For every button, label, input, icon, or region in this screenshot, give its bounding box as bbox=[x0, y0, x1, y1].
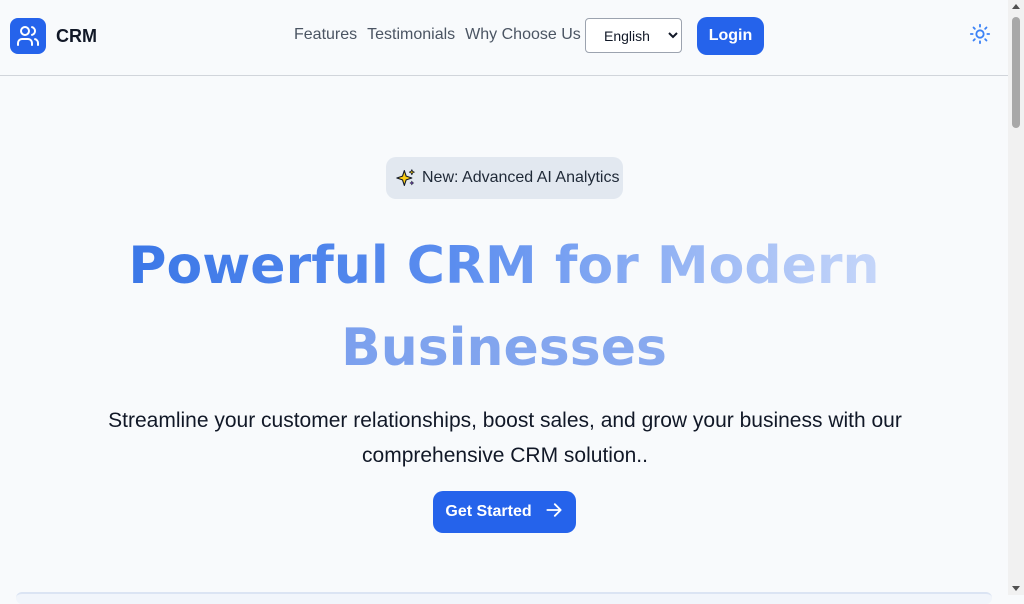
hero-title: Powerful CRM for Modern Businesses bbox=[0, 225, 1008, 389]
nav-link-testimonials[interactable]: Testimonials bbox=[367, 26, 455, 44]
nav-links: Features Testimonials Why Choose Us bbox=[294, 26, 581, 44]
scroll-down-arrow-icon[interactable] bbox=[1012, 586, 1020, 591]
badge-text: New: Advanced AI Analytics bbox=[422, 169, 620, 186]
scrollbar[interactable] bbox=[1008, 0, 1024, 595]
hero-subtitle: Streamline your customer relationships, … bbox=[108, 409, 902, 467]
get-started-label: Get Started bbox=[445, 503, 532, 520]
arrow-right-icon bbox=[544, 500, 564, 525]
sparkles-icon bbox=[396, 168, 416, 188]
scroll-up-arrow-icon[interactable] bbox=[1012, 4, 1020, 9]
nav-link-why-choose-us[interactable]: Why Choose Us bbox=[465, 26, 581, 44]
hero-title-line-2: Businesses bbox=[0, 307, 1008, 389]
language-select[interactable]: English bbox=[585, 18, 682, 53]
brand[interactable]: CRM bbox=[10, 18, 97, 54]
nav-link-features[interactable]: Features bbox=[294, 26, 357, 44]
users-icon bbox=[10, 18, 46, 54]
features-section-card bbox=[16, 592, 992, 604]
sun-icon[interactable] bbox=[969, 23, 991, 45]
hero-title-line-1: Powerful CRM for Modern bbox=[0, 225, 1008, 307]
scrollbar-thumb[interactable] bbox=[1012, 17, 1020, 128]
announcement-badge: New: Advanced AI Analytics bbox=[386, 157, 623, 199]
login-button[interactable]: Login bbox=[697, 17, 764, 55]
get-started-button[interactable]: Get Started bbox=[433, 491, 576, 533]
navbar: CRM Features Testimonials Why Choose Us … bbox=[0, 0, 1008, 76]
brand-name: CRM bbox=[56, 25, 97, 46]
